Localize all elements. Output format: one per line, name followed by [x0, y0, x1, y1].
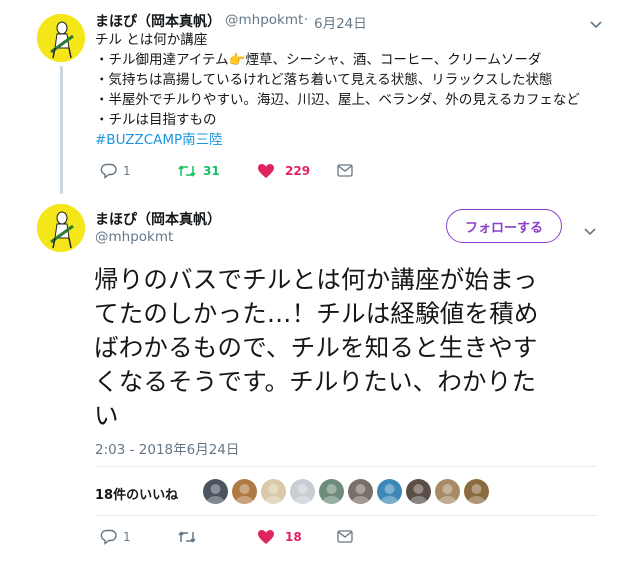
tweet-line: ・気持ちは高揚しているけれど落ち着いて見える状態、リラックスした状態: [95, 72, 553, 88]
tweet-line: ・チルは目指すもの: [95, 112, 217, 128]
liker-avatar[interactable]: [406, 479, 431, 504]
retweet-icon: [178, 165, 196, 177]
tweet-text-line: てたのしかった…！チルは経験値を積め: [94, 299, 539, 328]
like-button[interactable]: 18: [257, 529, 302, 545]
liker-avatars[interactable]: [203, 479, 489, 504]
liker-avatar[interactable]: [232, 479, 257, 504]
liker-avatar[interactable]: [435, 479, 460, 504]
tweet-line: ・半屋外でチルりやすい。海辺、川辺、屋上、ベランダ、外の見えるカフェなど: [95, 92, 580, 108]
handle[interactable]: @mhpokmt: [95, 229, 173, 245]
tweet-line: チル とは何か講座: [95, 32, 208, 48]
liker-avatar[interactable]: [348, 479, 373, 504]
envelope-icon: [337, 164, 353, 177]
reply-button[interactable]: 1: [100, 163, 131, 179]
display-name[interactable]: まほぴ（岡本真帆）: [95, 11, 221, 31]
reply-icon: [100, 529, 117, 545]
tweet-text: 帰りのバスでチルとは何か講座が始まっ てたのしかった…！チルは経験値を積め ばわ…: [94, 263, 539, 433]
separator: ·: [304, 12, 309, 28]
reply-count: 1: [123, 530, 131, 544]
likes-summary[interactable]: 18件のいいね: [95, 484, 178, 503]
liker-avatar[interactable]: [261, 479, 286, 504]
chevron-down-icon[interactable]: [584, 221, 596, 240]
liker-avatar[interactable]: [319, 479, 344, 504]
liker-avatar[interactable]: [290, 479, 315, 504]
retweet-button[interactable]: 31: [177, 163, 220, 179]
retweet-icon: [178, 531, 196, 543]
chevron-down-icon[interactable]: [590, 14, 602, 33]
direct-message-button[interactable]: [337, 530, 353, 543]
tweet-body: チル とは何か講座 ・チル御用達アイテム👉煙草、シーシャ、酒、コーヒー、クリーム…: [95, 30, 580, 150]
tweet-text-line: くなるそうです。チルりたい、わかりた: [94, 367, 537, 396]
avatar-illustration: [37, 14, 85, 62]
tweet-text-line: い: [94, 401, 119, 430]
tweet-line: ・チル御用達アイテム👉煙草、シーシャ、酒、コーヒー、クリームソーダ: [95, 52, 542, 68]
like-count: 229: [285, 164, 311, 178]
reply-count: 1: [123, 164, 131, 178]
heart-icon: [258, 530, 274, 544]
divider: [95, 515, 597, 516]
thread-connector: [60, 66, 63, 194]
liker-avatar[interactable]: [377, 479, 402, 504]
follow-button[interactable]: フォローする: [446, 209, 562, 243]
hashtag-link[interactable]: #BUZZCAMP南三陸: [95, 130, 580, 150]
avatar[interactable]: [37, 204, 85, 252]
retweet-button[interactable]: [177, 529, 203, 545]
liker-avatar[interactable]: [203, 479, 228, 504]
direct-message-button[interactable]: [337, 164, 353, 177]
tweet-text-line: ばわかるもので、チルを知ると生きやす: [94, 333, 538, 362]
envelope-icon: [337, 530, 353, 543]
reply-button[interactable]: 1: [100, 529, 131, 545]
tweet-date[interactable]: 6月24日: [314, 12, 367, 32]
display-name[interactable]: まほぴ（岡本真帆）: [95, 209, 221, 229]
avatar-illustration: [37, 204, 85, 252]
retweet-count: 31: [203, 164, 220, 178]
avatar[interactable]: [37, 14, 85, 62]
liker-avatar[interactable]: [464, 479, 489, 504]
like-count: 18: [285, 530, 302, 544]
divider: [95, 466, 597, 467]
tweet-text-line: 帰りのバスでチルとは何か講座が始まっ: [94, 265, 538, 294]
heart-icon: [258, 164, 274, 178]
like-button[interactable]: 229: [257, 163, 310, 179]
reply-icon: [100, 163, 117, 179]
tweet-timestamp[interactable]: 2:03 - 2018年6月24日: [95, 438, 239, 458]
handle[interactable]: @mhpokmt: [225, 12, 303, 28]
